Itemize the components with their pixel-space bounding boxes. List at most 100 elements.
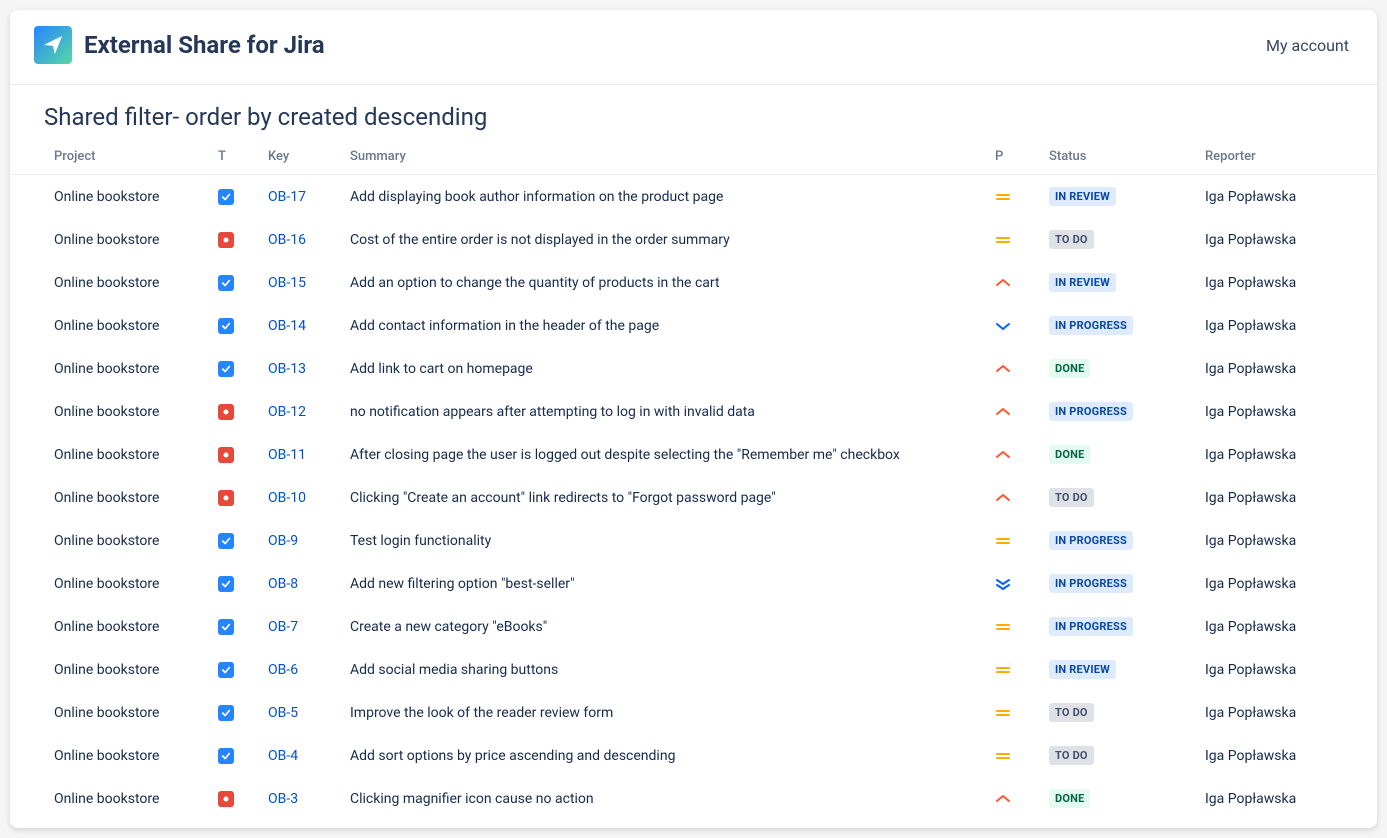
issue-key-link[interactable]: OB-15: [268, 275, 306, 291]
table-row[interactable]: Online bookstoreOB-10Clicking "Create an…: [10, 476, 1377, 519]
bug-icon: [218, 490, 234, 506]
table-row[interactable]: Online bookstoreOB-12no notification app…: [10, 390, 1377, 433]
cell-priority: [987, 304, 1041, 347]
table-row[interactable]: Online bookstoreOB-8Add new filtering op…: [10, 562, 1377, 605]
col-header-type[interactable]: T: [210, 139, 260, 175]
issue-key-link[interactable]: OB-14: [268, 318, 306, 334]
cell-reporter: Iga Popławska: [1197, 777, 1377, 820]
cell-reporter: Iga Popławska: [1197, 605, 1377, 648]
cell-priority: [987, 476, 1041, 519]
task-icon: [218, 318, 234, 334]
col-header-status[interactable]: Status: [1041, 139, 1197, 175]
cell-priority: [987, 218, 1041, 261]
issue-key-link[interactable]: OB-8: [268, 576, 298, 592]
col-header-reporter[interactable]: Reporter: [1197, 139, 1377, 175]
issue-key-link[interactable]: OB-5: [268, 705, 298, 721]
issue-key-link[interactable]: OB-13: [268, 361, 306, 377]
issue-key-link[interactable]: OB-9: [268, 533, 298, 549]
cell-reporter: Iga Popławska: [1197, 304, 1377, 347]
issue-key-link[interactable]: OB-6: [268, 662, 298, 678]
cell-summary: Create a new category "eBooks": [342, 605, 987, 648]
cell-summary: Improve the look of the reader review fo…: [342, 691, 987, 734]
col-header-project[interactable]: Project: [10, 139, 210, 175]
cell-project: Online bookstore: [10, 433, 210, 476]
cell-project: Online bookstore: [10, 347, 210, 390]
app-logo-icon: [34, 26, 72, 64]
table-row[interactable]: Online bookstoreOB-7Create a new categor…: [10, 605, 1377, 648]
cell-key: OB-9: [260, 519, 342, 562]
main-scroll[interactable]: External Share for Jira My account Share…: [10, 10, 1377, 828]
table-row[interactable]: Online bookstoreOB-6Add social media sha…: [10, 648, 1377, 691]
priority-medium-icon: [995, 748, 1033, 764]
cell-type: [210, 562, 260, 605]
cell-key: OB-5: [260, 691, 342, 734]
issue-key-link[interactable]: OB-11: [268, 447, 306, 463]
cell-reporter: Iga Popławska: [1197, 691, 1377, 734]
task-icon: [218, 619, 234, 635]
cell-summary: Add sort options by price ascending and …: [342, 734, 987, 777]
cell-key: OB-12: [260, 390, 342, 433]
priority-high-icon: [995, 791, 1033, 807]
bug-icon: [218, 404, 234, 420]
cell-status: DONE: [1041, 433, 1197, 476]
cell-summary: Add displaying book author information o…: [342, 175, 987, 219]
col-header-summary[interactable]: Summary: [342, 139, 987, 175]
cell-type: [210, 605, 260, 648]
cell-type: [210, 648, 260, 691]
cell-type: [210, 519, 260, 562]
status-badge: TO DO: [1049, 746, 1094, 765]
cell-reporter: Iga Popławska: [1197, 175, 1377, 219]
issue-key-link[interactable]: OB-12: [268, 404, 306, 420]
table-row[interactable]: Online bookstoreOB-3Clicking magnifier i…: [10, 777, 1377, 820]
table-row[interactable]: Online bookstore OB-5 Improve the look of …: [10, 691, 1377, 734]
priority-medium-icon: [995, 619, 1033, 635]
cell-summary: Add link to cart on homepage: [342, 347, 987, 390]
cell-status: IN REVIEW: [1041, 175, 1197, 219]
cell-reporter: Iga Popławska: [1197, 476, 1377, 519]
table-row[interactable]: Online bookstoreOB-14Add contact informa…: [10, 304, 1377, 347]
cell-priority: [987, 605, 1041, 648]
cell-key: OB-11: [260, 433, 342, 476]
table-row[interactable]: Online bookstoreOB-9Test login functiona…: [10, 519, 1377, 562]
status-badge: IN PROGRESS: [1049, 574, 1133, 593]
issue-key-link[interactable]: OB-7: [268, 619, 298, 635]
page-title: Shared filter- order by created descendi…: [10, 85, 1377, 139]
table-row[interactable]: Online bookstoreOB-4Add sort options by …: [10, 734, 1377, 777]
cell-summary: Clicking magnifier icon cause no action: [342, 777, 987, 820]
cell-key: OB-16: [260, 218, 342, 261]
cell-summary: Add new filtering option "best-seller": [342, 562, 987, 605]
status-badge: IN PROGRESS: [1049, 531, 1133, 550]
col-header-key[interactable]: Key: [260, 139, 342, 175]
table-row[interactable]: Online bookstoreOB-16Cost of the entire …: [10, 218, 1377, 261]
issue-key-link[interactable]: OB-16: [268, 232, 306, 248]
table-row[interactable]: Online bookstoreOB-17Add displaying book…: [10, 175, 1377, 219]
status-badge: DONE: [1049, 789, 1090, 808]
cell-project: Online bookstore: [10, 691, 210, 734]
issue-key-link[interactable]: OB-10: [268, 490, 306, 506]
issue-key-link[interactable]: OB-4: [268, 748, 298, 764]
cell-project: Online bookstore: [10, 648, 210, 691]
cell-status: TO DO: [1041, 218, 1197, 261]
table-row[interactable]: Online bookstoreOB-11After closing page …: [10, 433, 1377, 476]
priority-lowest-icon: [995, 576, 1033, 592]
cell-status: DONE: [1041, 347, 1197, 390]
bug-icon: [218, 232, 234, 248]
cell-type: [210, 347, 260, 390]
priority-medium-icon: [995, 232, 1033, 248]
cell-priority: [987, 390, 1041, 433]
table-row[interactable]: Online bookstoreOB-15Add an option to ch…: [10, 261, 1377, 304]
cell-status: IN REVIEW: [1041, 648, 1197, 691]
cell-type: [210, 261, 260, 304]
task-icon: [218, 361, 234, 377]
status-badge: DONE: [1049, 359, 1090, 378]
cell-status: IN PROGRESS: [1041, 605, 1197, 648]
table-row[interactable]: Online bookstore OB-13 Add link to cart on…: [10, 347, 1377, 390]
issue-key-link[interactable]: OB-3: [268, 791, 298, 807]
brand: External Share for Jira: [34, 26, 325, 64]
cell-status: TO DO: [1041, 476, 1197, 519]
cell-reporter: Iga Popławska: [1197, 261, 1377, 304]
issue-key-link[interactable]: OB-17: [268, 189, 306, 205]
col-header-priority[interactable]: P: [987, 139, 1041, 175]
my-account-link[interactable]: My account: [1266, 36, 1349, 55]
cell-reporter: Iga Popławska: [1197, 519, 1377, 562]
